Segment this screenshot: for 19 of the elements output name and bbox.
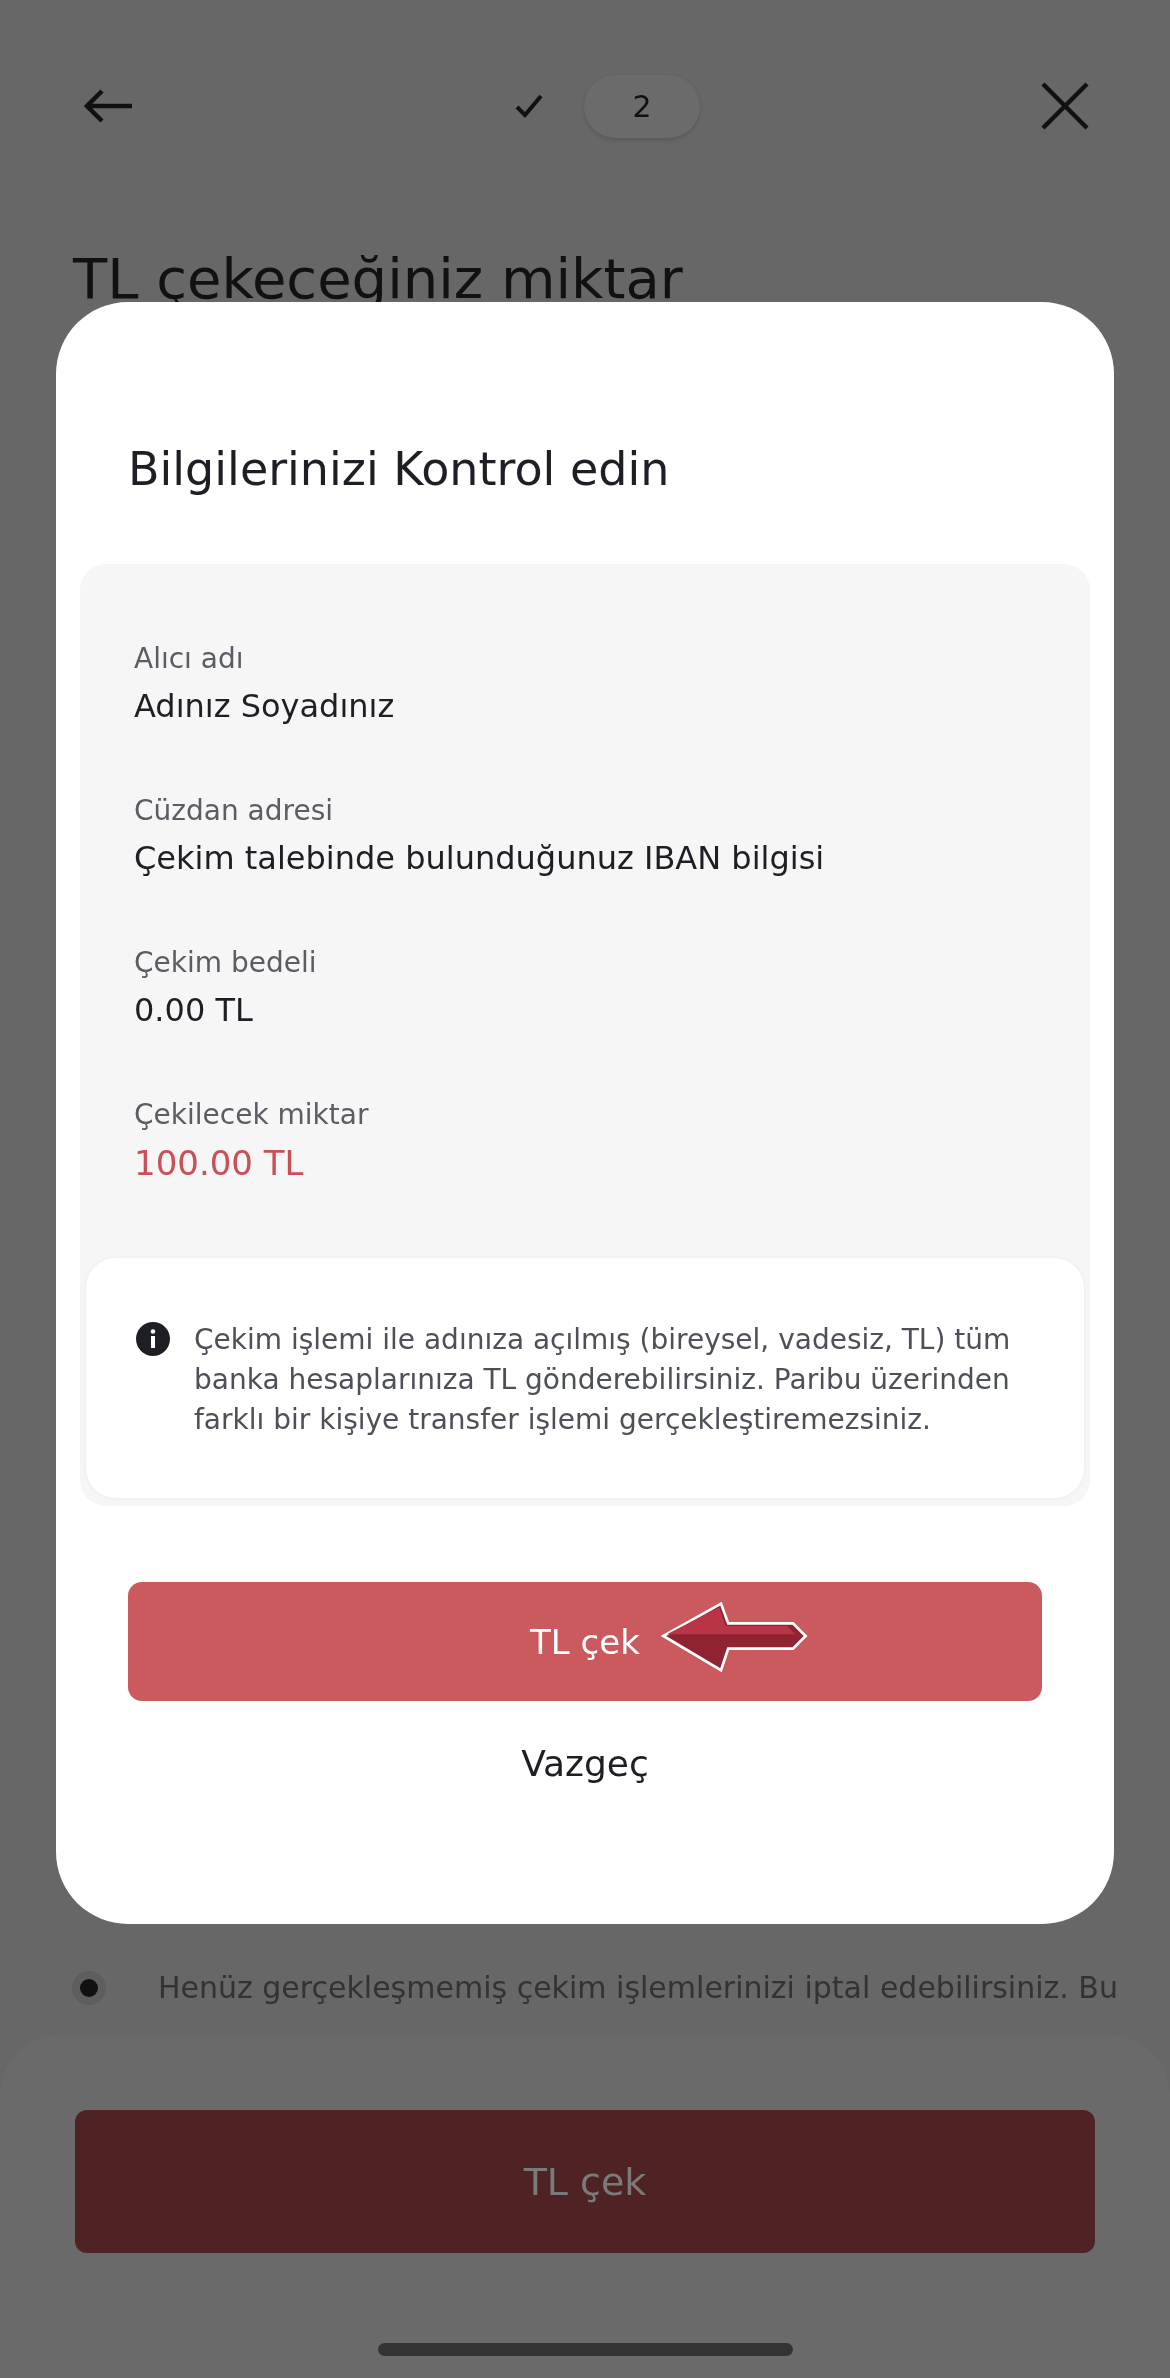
page-title: TL çekeceğiniz miktar <box>73 246 684 311</box>
field-label: Alıcı adı <box>134 642 245 675</box>
close-icon[interactable] <box>1040 81 1090 131</box>
check-icon <box>514 93 545 119</box>
step-number: 2 <box>584 74 700 138</box>
confirm-button[interactable]: TL çek <box>128 1582 1042 1701</box>
withdraw-button[interactable]: TL çek <box>75 2110 1095 2253</box>
field-label: Cüzdan adresi <box>134 794 334 827</box>
back-arrow-icon[interactable] <box>84 88 134 124</box>
field-value: 100.00 TL <box>134 1143 305 1183</box>
field-value: Adınız Soyadınız <box>134 687 396 725</box>
info-text: Çekim işlemi ile adınıza açılmış (bireysel, vadesiz, TL) tüm banka hesaplarınıza TL gönderebilirsiniz. Paribu üzerinden farklı bir kişiye transfer işlemi gerçekleştiremezsiniz. <box>194 1322 1012 1438</box>
field-value: Çekim talebinde bulunduğunuz IBAN bilgisi <box>134 839 826 877</box>
field-label: Çekim bedeli <box>134 946 318 979</box>
info-icon <box>136 1322 170 1356</box>
cancel-button[interactable]: Vazgeç <box>509 1735 661 1792</box>
dialog-title: Bilgilerinizi Kontrol edin <box>128 442 670 496</box>
field-label: Çekilecek miktar <box>134 1098 370 1131</box>
field-value: 0.00 TL <box>134 991 254 1029</box>
